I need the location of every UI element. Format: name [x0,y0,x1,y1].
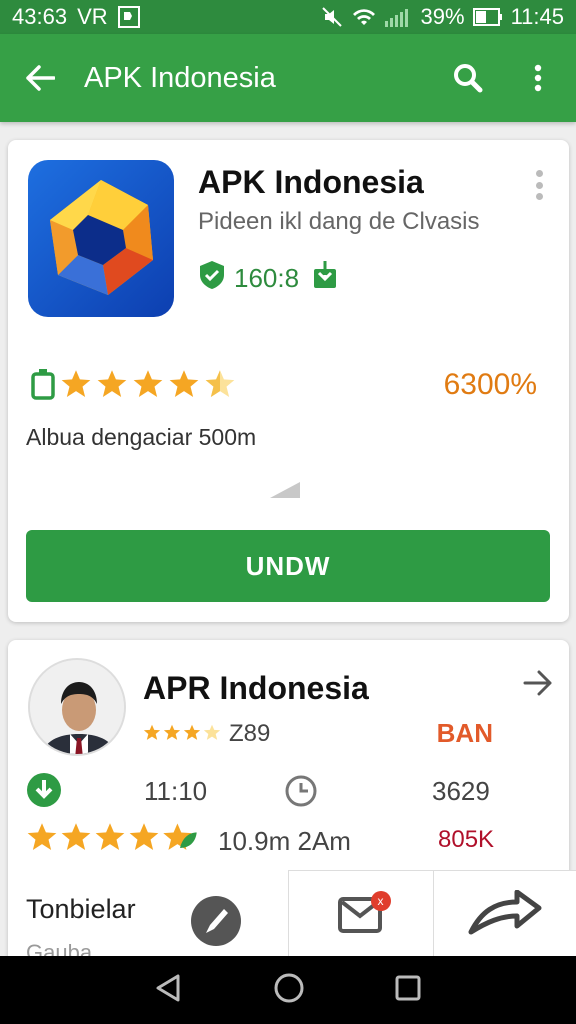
status-carrier: VR [77,4,108,29]
share-tile[interactable] [432,871,576,959]
rating-count: 805K [438,826,495,853]
secondary-rating-value: Z89 [229,720,271,747]
status-badge: BAN [436,718,493,748]
app-subtitle: Pideen ikl dang de Clvasis [198,208,480,235]
more-vert-icon[interactable] [518,58,558,98]
app-star-rating [30,368,236,405]
star-icon [94,822,126,857]
app-bar: APK Indonesia [0,34,576,122]
mute-icon [321,6,343,28]
star-icon [183,720,201,748]
nav-home-icon[interactable] [273,972,305,1009]
half-star-icon [204,369,236,404]
meta-number: 3629 [432,776,490,806]
notification-badge: x [370,891,391,911]
download-circle-icon[interactable] [26,772,62,813]
app-logo-icon[interactable] [28,160,174,317]
card-more-icon[interactable] [529,170,549,200]
star-icon [60,822,92,857]
star-icon [128,822,160,857]
star-icon [163,720,181,748]
page-title: APK Indonesia [84,61,276,94]
install-button[interactable]: UNDW [26,530,550,602]
secondary-large-stars [26,822,198,857]
star-icon [143,720,161,748]
signal-triangle-icon [268,480,302,505]
clock-icon [284,774,318,813]
star-icon [60,369,92,404]
battery-icon [472,8,503,26]
half-star-leaf-icon [162,822,198,857]
meta-time: 11:10 [144,776,208,806]
star-icon [168,369,200,404]
system-nav-bar [0,956,576,1024]
star-icon [26,822,58,857]
search-icon[interactable] [448,58,488,98]
mail-tile[interactable]: x [289,871,433,959]
app-percent: 6300% [443,368,537,401]
secondary-star-rating: Z89 [143,720,270,748]
app-verified-row: 160:8 [198,260,337,297]
app-title-secondary: APR Indonesia [143,670,369,706]
back-arrow-icon[interactable] [18,56,62,100]
wifi-icon [351,7,377,27]
app-rating-value: 160:8 [234,263,300,293]
arrow-right-icon[interactable] [523,670,553,701]
bottom-action-tiles: x [288,870,576,959]
battery-percent: 39% [420,4,465,29]
app-card-primary: APK Indonesia Pideen ikl dang de Clvasis… [8,140,569,622]
nav-recents-icon[interactable] [394,974,422,1007]
share-arrow-icon [467,889,543,941]
rating-row: 10.9m 2Am 805K [26,822,556,862]
status-time: 43:63 [12,4,68,29]
star-icon [96,369,128,404]
shield-check-icon [198,260,226,297]
star-icon [132,369,164,404]
app-title: APK Indonesia [198,164,424,200]
download-icon [313,261,337,296]
half-star-icon [203,720,221,748]
avatar[interactable] [28,658,126,756]
meta-row: 11:10 3629 [26,772,546,812]
signal-icon [384,7,413,27]
app-info-text: Albua dengaciar 500m [26,424,257,450]
compass-icon[interactable] [190,895,242,952]
notification-icon [117,6,140,28]
battery-outline-icon [30,368,56,405]
status-clock: 11:45 [510,4,564,29]
rating-detail: 10.9m 2Am [218,826,351,856]
section-label: Tonbielar [26,894,136,924]
nav-back-icon[interactable] [154,973,184,1008]
status-bar: 43:63 VR 39% 11:45 [0,0,576,34]
